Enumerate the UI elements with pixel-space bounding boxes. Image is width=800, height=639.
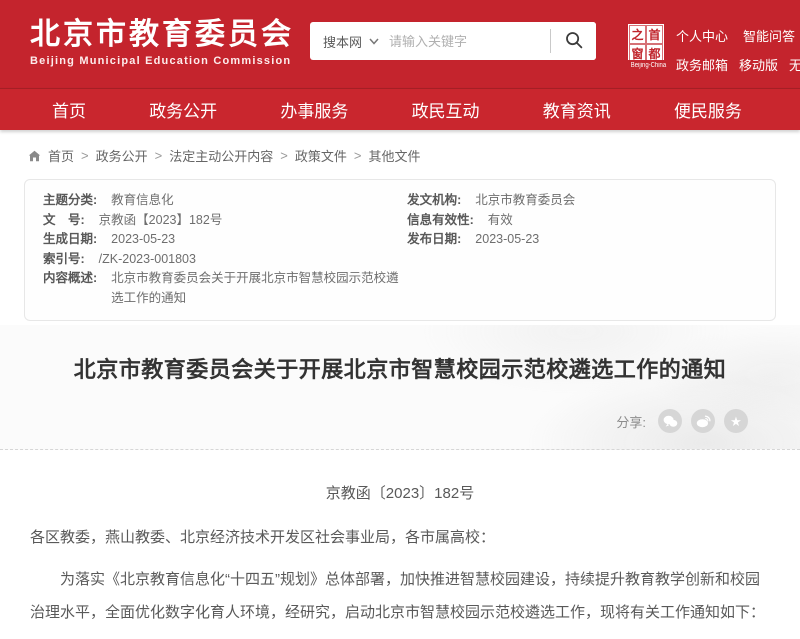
meta-column-left: 主题分类: 教育信息化 文 号: 京教函【2023】182号 生成日期: 202… (43, 191, 407, 308)
meta-label: 发布日期: (407, 230, 461, 250)
wechat-icon (663, 415, 678, 428)
seal-caption: Beijing-China (631, 62, 662, 69)
share-weibo-button[interactable] (691, 409, 715, 433)
link-smart-qa[interactable]: 智能问答 (743, 26, 795, 45)
breadcrumb-gov-affairs[interactable]: 政务公开 (96, 146, 148, 165)
meta-value: 教育信息化 (111, 191, 174, 211)
meta-label: 生成日期: (43, 230, 97, 250)
share-label: 分享: (616, 412, 646, 431)
nav-item-interaction[interactable]: 政民互动 (412, 97, 480, 122)
document-paragraph: 为落实《北京教育信息化“十四五”规划》总体部署，加快推进智慧校园建设，持续提升教… (30, 563, 770, 629)
document-body: 京教函〔2023〕182号 各区教委，燕山教委、北京经济技术开发区社会事业局，各… (0, 450, 800, 639)
meta-value: 北京市教育委员会关于开展北京市智慧校园示范校遴选工作的通知 (111, 269, 407, 308)
chevron-down-icon (369, 38, 379, 45)
meta-value: 有效 (488, 211, 513, 231)
main-nav: 首页 政务公开 办事服务 政民互动 教育资讯 便民服务 (0, 88, 800, 130)
star-icon: ★ (730, 415, 742, 428)
search-scope-label: 搜本网 (323, 32, 362, 51)
document-salutation: 各区教委，燕山教委、北京经济技术开发区社会事业局，各市属高校： (30, 523, 770, 553)
meta-row-publish-date: 发布日期: 2023-05-23 (407, 230, 757, 250)
breadcrumb: 首页 > 政务公开 > 法定主动公开内容 > 政策文件 > 其他文件 (0, 130, 800, 177)
site-subtitle: Beijing Municipal Education Commission (30, 55, 294, 67)
meta-row-validity: 信息有效性: 有效 (407, 211, 757, 231)
nav-item-home[interactable]: 首页 (52, 97, 86, 122)
meta-column-right: 发文机构: 北京市教育委员会 信息有效性: 有效 发布日期: 2023-05-2… (407, 191, 757, 308)
share-wechat-button[interactable] (658, 409, 682, 433)
breadcrumb-separator: > (280, 148, 288, 163)
home-icon (28, 150, 41, 162)
meta-label: 索引号: (43, 250, 85, 270)
weibo-icon (696, 415, 711, 428)
link-accessibility[interactable]: 无障碍 (789, 55, 800, 74)
search-input[interactable] (389, 34, 550, 49)
meta-row-doc-number: 文 号: 京教函【2023】182号 (43, 211, 407, 231)
search-scope-dropdown[interactable]: 搜本网 (310, 32, 389, 51)
search-button[interactable] (551, 22, 596, 60)
nav-item-services[interactable]: 办事服务 (280, 97, 348, 122)
nav-item-gov-affairs[interactable]: 政务公开 (149, 97, 217, 122)
meta-value: 2023-05-23 (111, 230, 175, 250)
search-bar: 搜本网 (310, 22, 596, 60)
meta-value: 北京市教育委员会 (475, 191, 575, 211)
meta-row-summary: 内容概述: 北京市教育委员会关于开展北京市智慧校园示范校遴选工作的通知 (43, 269, 407, 308)
nav-item-education-news[interactable]: 教育资讯 (543, 97, 611, 122)
document-meta-box: 主题分类: 教育信息化 文 号: 京教函【2023】182号 生成日期: 202… (24, 179, 776, 321)
search-icon (564, 30, 584, 53)
site-logo[interactable]: 北京市教育委员会 Beijing Municipal Education Com… (30, 18, 294, 67)
seal-char: 都 (646, 44, 663, 63)
breadcrumb-policy-documents[interactable]: 政策文件 (295, 146, 347, 165)
meta-label: 信息有效性: (407, 211, 474, 231)
document-number: 京教函〔2023〕182号 (30, 482, 770, 503)
header-quick-links: 个人中心 智能问答 政务邮箱 移动版 无障碍 (676, 26, 800, 74)
link-gov-mail[interactable]: 政务邮箱 (676, 55, 728, 74)
breadcrumb-home[interactable]: 首页 (48, 146, 74, 165)
meta-row-issuing-agency: 发文机构: 北京市教育委员会 (407, 191, 757, 211)
meta-label: 内容概述: (43, 269, 97, 289)
seal-char: 之 (629, 25, 646, 44)
breadcrumb-separator: > (354, 148, 362, 163)
seal-char: 首 (646, 25, 663, 44)
breadcrumb-other-documents[interactable]: 其他文件 (368, 146, 420, 165)
meta-value: 京教函【2023】182号 (99, 211, 223, 231)
site-header: 北京市教育委员会 Beijing Municipal Education Com… (0, 0, 800, 88)
meta-label: 发文机构: (407, 191, 461, 211)
breadcrumb-statutory-disclosure[interactable]: 法定主动公开内容 (169, 146, 273, 165)
meta-label: 主题分类: (43, 191, 97, 211)
meta-value: /ZK-2023-001803 (99, 250, 196, 270)
meta-value: 2023-05-23 (475, 230, 539, 250)
site-title: 北京市教育委员会 (30, 18, 294, 52)
share-favorite-button[interactable]: ★ (724, 409, 748, 433)
nav-item-convenience[interactable]: 便民服务 (674, 97, 742, 122)
meta-row-topic: 主题分类: 教育信息化 (43, 191, 407, 211)
share-row: 分享: ★ (40, 409, 760, 433)
meta-label: 文 号: (43, 211, 85, 231)
breadcrumb-separator: > (155, 148, 163, 163)
breadcrumb-separator: > (81, 148, 89, 163)
link-personal-center[interactable]: 个人中心 (676, 26, 728, 45)
meta-row-created-date: 生成日期: 2023-05-23 (43, 230, 407, 250)
link-mobile-version[interactable]: 移动版 (739, 55, 778, 74)
seal-char: 窗 (629, 44, 646, 63)
meta-row-index-number: 索引号: /ZK-2023-001803 (43, 250, 407, 270)
page-title: 北京市教育委员会关于开展北京市智慧校园示范校遴选工作的通知 (40, 355, 760, 385)
article-title-section: 北京市教育委员会关于开展北京市智慧校园示范校遴选工作的通知 分享: ★ (0, 325, 800, 450)
seal-icon: 之 首 窗 都 (628, 24, 664, 60)
capital-window-logo[interactable]: 之 首 窗 都 Beijing-China (628, 24, 665, 69)
